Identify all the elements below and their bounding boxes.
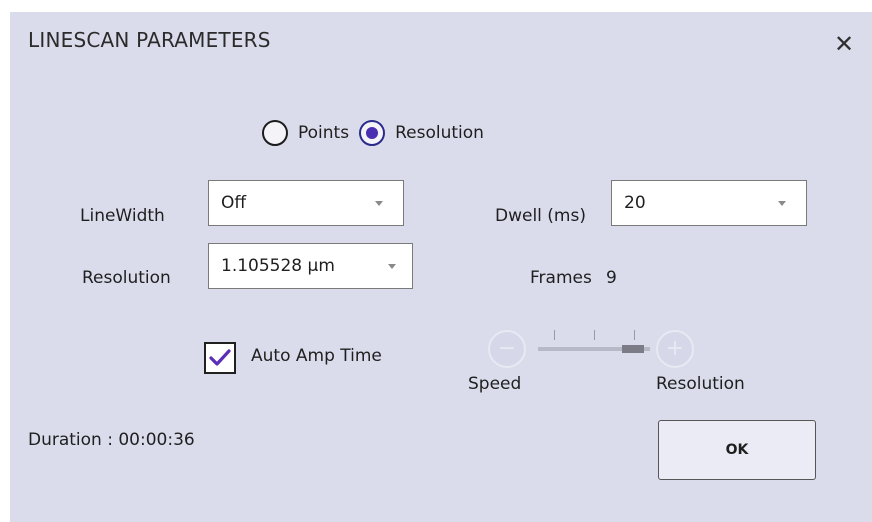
dialog-title: LINESCAN PARAMETERS xyxy=(28,28,271,52)
resolution-radio-label[interactable]: Resolution xyxy=(395,123,484,143)
frames-label: Frames xyxy=(530,268,592,288)
chevron-down-icon xyxy=(375,200,383,206)
slider-tick xyxy=(634,330,635,340)
dwell-dropdown[interactable]: 20 xyxy=(611,180,807,226)
points-radio-label[interactable]: Points xyxy=(298,123,349,143)
mode-radio-group: Points Resolution xyxy=(262,120,484,146)
plus-icon[interactable]: + xyxy=(656,330,694,368)
linewidth-dropdown[interactable]: Off xyxy=(208,180,404,226)
frames-value: 9 xyxy=(606,268,617,288)
slider-tick xyxy=(594,330,595,340)
resolution-value: 1.105528 µm xyxy=(221,256,335,276)
auto-amp-checkbox[interactable] xyxy=(204,342,236,374)
resolution-label: Resolution xyxy=(82,268,171,288)
duration-text: Duration : 00:00:36 xyxy=(28,430,195,450)
resolution-dropdown[interactable]: 1.105528 µm xyxy=(208,243,413,289)
linewidth-value: Off xyxy=(221,193,247,213)
close-icon[interactable]: ✕ xyxy=(832,32,856,56)
resolution-radio[interactable] xyxy=(359,120,386,146)
dwell-label: Dwell (ms) xyxy=(495,206,586,226)
dwell-value: 20 xyxy=(624,193,646,213)
minus-icon[interactable]: − xyxy=(488,330,526,368)
points-radio[interactable] xyxy=(262,120,288,146)
slider-tick xyxy=(554,330,555,340)
slider-speed-label: Speed xyxy=(468,374,522,394)
linewidth-label: LineWidth xyxy=(80,206,165,226)
chevron-down-icon xyxy=(778,200,786,206)
speed-resolution-slider-thumb[interactable] xyxy=(622,345,644,353)
ok-button[interactable]: OK xyxy=(658,420,816,480)
linescan-dialog: LINESCAN PARAMETERS ✕ Points Resolution … xyxy=(10,12,872,522)
auto-amp-label[interactable]: Auto Amp Time xyxy=(251,346,382,366)
slider-resolution-label: Resolution xyxy=(656,374,745,394)
chevron-down-icon xyxy=(388,263,396,269)
checkmark-icon xyxy=(209,349,231,366)
